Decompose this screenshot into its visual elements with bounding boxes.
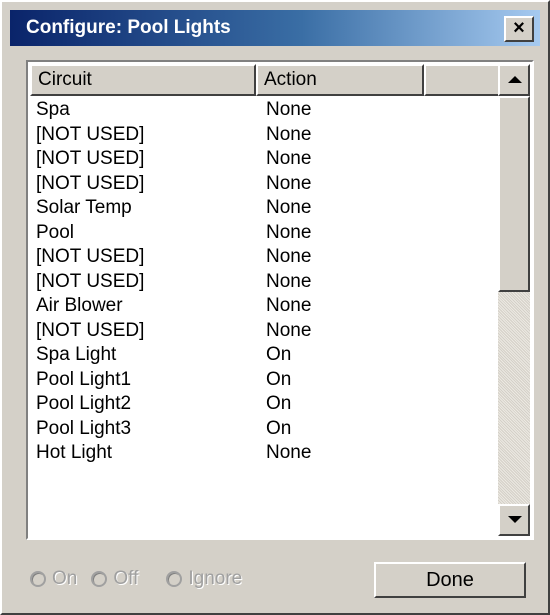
radio-off-label: Off [113, 568, 139, 589]
list-item[interactable]: [NOT USED] None [30, 245, 500, 270]
list-header: Circuit Action [30, 64, 500, 96]
radio-on[interactable]: On [30, 568, 77, 590]
list-item[interactable]: [NOT USED] None [30, 147, 500, 172]
arrow-up-icon [508, 76, 522, 83]
circuit-cell: [NOT USED] [36, 148, 145, 169]
action-cell: None [266, 270, 312, 292]
circuit-cell: Pool Light2 [36, 393, 132, 414]
circuit-cell: Air Blower [36, 295, 123, 316]
list-item[interactable]: [NOT USED] None [30, 270, 500, 295]
action-cell: None [266, 172, 312, 194]
action-cell: On [266, 393, 292, 414]
vertical-scrollbar[interactable] [498, 64, 530, 536]
action-cell: None [266, 148, 312, 169]
scroll-down-button[interactable] [498, 504, 530, 536]
arrow-down-icon [508, 516, 522, 523]
list-item[interactable]: Solar Temp None [30, 196, 500, 221]
action-cell: None [266, 295, 312, 316]
circuit-cell: [NOT USED] [36, 270, 145, 292]
radio-off[interactable]: Off [91, 568, 138, 590]
circuit-cell: [NOT USED] [36, 172, 145, 194]
circuit-list[interactable]: Circuit Action Spa None [NOT USED] None [NOT… [26, 60, 534, 540]
action-cell: None [266, 221, 312, 243]
list-item[interactable]: Pool None [30, 221, 500, 246]
circuit-cell: Spa [36, 99, 70, 120]
done-button[interactable]: Done [374, 562, 526, 598]
radio-ignore[interactable]: Ignore [166, 568, 242, 590]
circuit-cell: Pool [36, 221, 75, 243]
action-cell: None [266, 123, 312, 145]
action-cell: On [266, 368, 292, 390]
list-item[interactable]: Pool Light2 On [30, 392, 500, 417]
action-cell: None [266, 442, 312, 463]
list-item[interactable]: Air Blower None [30, 294, 500, 319]
configure-dialog: Configure: Pool Lights × Circuit Action … [0, 0, 550, 615]
close-button[interactable]: × [504, 16, 534, 42]
action-cell: None [266, 197, 312, 218]
radio-ignore-label: Ignore [188, 568, 243, 589]
circuit-cell: Pool Light1 [36, 368, 132, 390]
action-options: On Off Ignore [30, 568, 256, 590]
list-item[interactable]: [NOT USED] None [30, 123, 500, 148]
action-cell: On [266, 417, 292, 439]
circuit-cell: [NOT USED] [36, 123, 145, 145]
list-item[interactable]: Pool Light1 On [30, 368, 500, 393]
circuit-cell: Hot Light [36, 442, 113, 463]
action-cell: None [266, 99, 312, 120]
radio-on-label: On [52, 568, 78, 589]
list-item[interactable]: Pool Light3 On [30, 417, 500, 442]
scrollbar-thumb[interactable] [498, 96, 530, 292]
action-cell: None [266, 246, 312, 267]
dialog-title: Configure: Pool Lights [26, 17, 231, 38]
list-item[interactable]: [NOT USED] None [30, 172, 500, 197]
list-item[interactable]: Hot Light None [30, 441, 500, 466]
circuit-cell: [NOT USED] [36, 319, 145, 341]
action-cell: On [266, 344, 292, 365]
radio-on-circle [30, 571, 46, 587]
title-bar[interactable]: Configure: Pool Lights × [10, 10, 540, 46]
list-rows: Spa None [NOT USED] None [NOT USED] None [NOT … [30, 98, 500, 538]
circuit-cell: [NOT USED] [36, 246, 145, 267]
list-item[interactable]: [NOT USED] None [30, 319, 500, 344]
radio-ignore-circle [166, 571, 183, 587]
close-icon: × [513, 17, 525, 39]
radio-off-circle [91, 571, 108, 587]
circuit-cell: Pool Light3 [36, 417, 132, 439]
list-item[interactable]: Spa None [30, 98, 500, 123]
circuit-cell: Solar Temp [36, 197, 132, 218]
column-header-action[interactable]: Action [256, 64, 424, 96]
action-cell: None [266, 319, 312, 341]
column-header-circuit[interactable]: Circuit [30, 64, 256, 96]
list-item[interactable]: Spa Light On [30, 343, 500, 368]
circuit-cell: Spa Light [36, 344, 117, 365]
column-header-empty[interactable] [424, 64, 500, 96]
scroll-up-button[interactable] [498, 64, 530, 96]
